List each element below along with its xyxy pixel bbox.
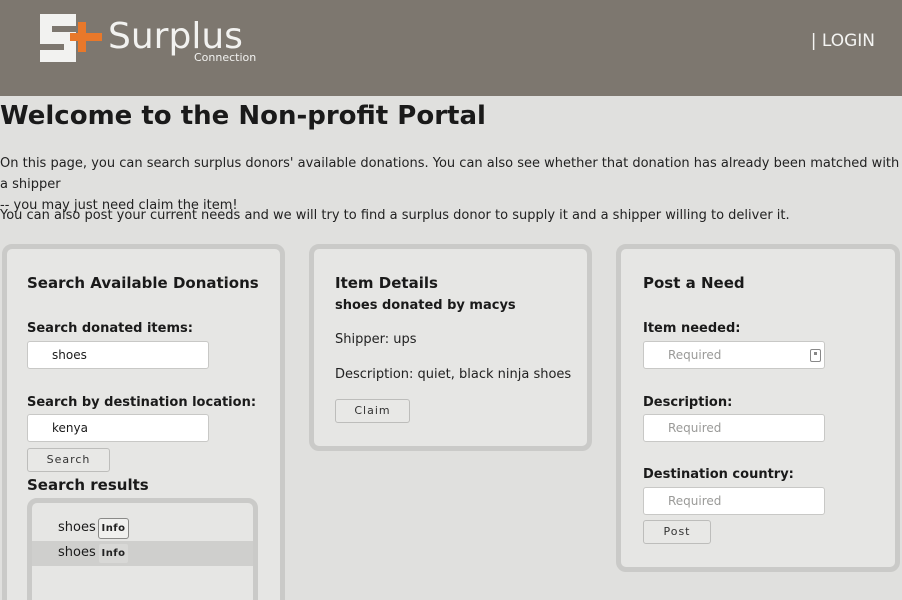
info-button[interactable]: Info [98,543,129,564]
items-search-input[interactable]: shoes [27,341,209,369]
item-needed-input[interactable]: Required [643,341,825,369]
result-name: shoes [58,545,96,560]
item-needed-placeholder: Required [668,348,722,362]
contact-card-icon[interactable] [810,349,821,362]
claim-button[interactable]: Claim [335,399,410,423]
item-details-title: Item Details [335,274,438,292]
logo-subtitle: Connection [194,51,257,64]
item-needed-label: Item needed: [643,321,741,336]
items-label: Search donated items: [27,321,193,336]
logo-mark-icon [40,14,102,62]
item-shipper: Shipper: ups [335,332,417,347]
post-button[interactable]: Post [643,520,711,544]
intro-paragraph-2: You can also post your current needs and… [0,208,790,223]
country-label: Destination country: [643,467,794,482]
description-input[interactable]: Required [643,414,825,442]
top-bar: Surplus Connection | LOGIN [0,0,902,96]
intro-paragraph: On this page, you can search surplus don… [0,153,902,216]
search-button[interactable]: Search [27,448,110,472]
info-button[interactable]: Info [98,518,129,539]
results-title: Search results [27,476,149,494]
page-title: Welcome to the Non-profit Portal [0,101,486,131]
intro-line-1: On this page, you can search surplus don… [0,156,900,192]
post-need-title: Post a Need [643,274,745,292]
result-name: shoes [58,520,96,535]
item-details-subtitle: shoes donated by macys [335,298,516,313]
location-search-input[interactable]: kenya [27,414,209,442]
search-panel-title: Search Available Donations [27,274,259,292]
logo[interactable]: Surplus Connection [40,14,280,66]
list-item[interactable]: shoes Info [32,541,253,566]
item-description: Description: quiet, black ninja shoes [335,367,572,382]
results-list[interactable]: shoes Info shoes Info [27,498,258,600]
login-link[interactable]: | LOGIN [811,31,875,51]
list-item[interactable]: shoes Info [32,516,253,541]
description-label: Description: [643,395,733,410]
location-label: Search by destination location: [27,395,257,410]
country-input[interactable]: Required [643,487,825,515]
